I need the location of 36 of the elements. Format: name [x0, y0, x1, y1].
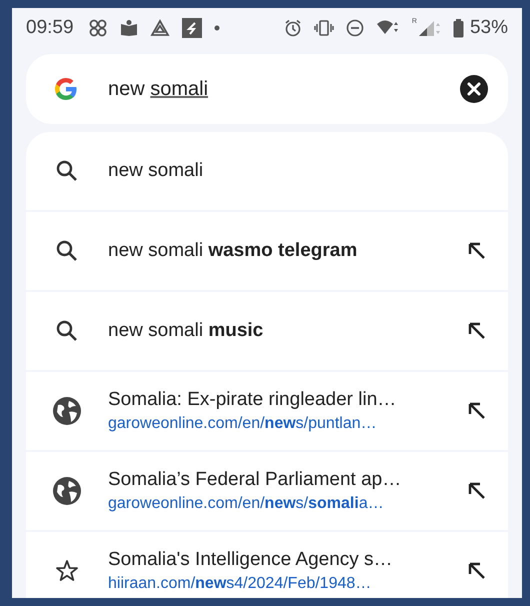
status-time: 09:59	[26, 17, 74, 39]
globe-icon	[52, 396, 82, 426]
suggestion-url: garoweonline.com/en/news/puntlan…	[108, 415, 378, 433]
suggestion-url: garoweonline.com/en/news/somalia…	[108, 495, 385, 513]
suggestion-item[interactable]: new somali music	[26, 292, 508, 370]
pinwheel-icon	[88, 18, 108, 38]
search-query: new somali	[108, 78, 210, 100]
triangle-icon	[150, 19, 170, 37]
alarm-icon	[284, 19, 302, 37]
dot-icon	[214, 25, 220, 31]
battery-level: 53%	[470, 17, 508, 39]
suggestion-item[interactable]: Somalia’s Federal Parliament ap… garoweonline.com/en/news/somalia…	[26, 452, 508, 530]
suggestion-text: new somali wasmo telegram	[108, 240, 358, 262]
suggestion-url: hiiraan.com/news4/2024/Feb/1948…	[108, 575, 372, 593]
suggestion-text: new somali	[108, 160, 204, 182]
suggestion-item[interactable]: Somalia's Intelligence Agency s… hiiraan.com/news4/2024/Feb/1948…	[26, 532, 508, 598]
search-icon	[55, 159, 79, 183]
suggestion-item[interactable]: Somalia: Ex-pirate ringleader lin… garoweonline.com/en/news/puntlan…	[26, 372, 508, 450]
search-field[interactable]: new somali	[26, 54, 508, 124]
clear-button[interactable]	[460, 75, 488, 103]
search-icon	[55, 239, 79, 263]
globe-icon	[52, 476, 82, 506]
suggestion-item[interactable]: new somali wasmo telegram	[26, 212, 508, 290]
book-icon	[120, 19, 138, 37]
suggestion-item[interactable]: new somali	[26, 132, 508, 210]
battery-icon	[452, 18, 464, 38]
vibrate-icon	[314, 19, 334, 37]
suggestion-text: Somalia's Intelligence Agency s…	[108, 549, 394, 571]
suggestion-text: Somalia: Ex-pirate ringleader lin…	[108, 389, 398, 411]
signal-icon	[416, 19, 441, 37]
suggestion-text: new somali music	[108, 320, 264, 342]
search-icon	[55, 319, 79, 343]
star-icon	[55, 559, 79, 583]
do-not-disturb-icon	[346, 19, 364, 37]
app-icon	[182, 18, 202, 38]
suggestion-text: Somalia’s Federal Parliament ap…	[108, 469, 402, 491]
